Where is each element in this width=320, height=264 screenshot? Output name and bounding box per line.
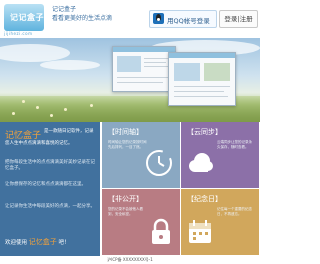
intro-paragraph-1: 把你每段生活中的点点滴滴美好美妙记录在记忆盒子。: [5, 160, 95, 171]
tile-description: 云端同步让您的记录永久保存，随时查看。: [217, 140, 252, 149]
header: 记记盒子 jijihezi.com 记记盒子 看看更美好的生活点滴 用QQ帐号登…: [0, 0, 260, 38]
intro-footer-name: 记忆盒子: [28, 238, 57, 246]
site-logo[interactable]: 记记盒子: [4, 4, 44, 31]
intro-panel: 记忆盒子 是一款随日记软件，记录 您人生中点点滴滴和喜悦的记忆。 把你每段生活中…: [0, 122, 100, 256]
tile-title: 【云同步】: [187, 128, 222, 136]
flower-shape: [12, 112, 15, 115]
logo-subtitle: jijihezi.com: [4, 31, 33, 36]
qq-icon: [153, 13, 164, 24]
intro-lead-continued: 您人生中点点滴滴和喜悦的记忆。: [5, 141, 73, 146]
lock-icon: [152, 218, 170, 244]
app-screenshot-left: [112, 46, 176, 92]
tile-title: 【非公开】: [108, 195, 143, 203]
feature-tile-cloud-sync[interactable]: 【云同步】 云端同步让您的记录永久保存，随时查看。: [181, 122, 259, 188]
tile-description: 记住每一个重要的纪念日，不再遗忘。: [217, 207, 252, 216]
tile-description: 时间轴让您的记录按时间先后排列，一目了然。: [108, 140, 147, 149]
app-screenshot-right: [168, 52, 236, 106]
intro-title: 记忆盒子: [5, 131, 42, 141]
feature-tile-anniversary[interactable]: 【纪念日】 记住每一个重要的纪念日，不再遗忘。: [181, 189, 259, 255]
flower-shape: [36, 106, 39, 109]
intro-footer-prefix: 欢迎使用: [5, 240, 28, 246]
footer: 沪ICP备 XXXXXXXX号-1: [0, 256, 260, 264]
intro-paragraph-3: 让记录你生活中每段美好的点滴，一起分享。: [5, 204, 95, 209]
feature-tile-private[interactable]: 【非公开】 您的记录不会被他人看到，安全私密。: [102, 189, 180, 255]
cloud-shape: [40, 60, 100, 70]
clock-icon: [146, 150, 172, 176]
slogan-line-2: 看看更美好的生活点滴: [52, 15, 113, 22]
qq-login-label: 用QQ帐号登录: [167, 17, 210, 25]
icp-record-link[interactable]: 沪ICP备 XXXXXXXX号-1: [0, 257, 260, 263]
tile-title: 【纪念日】: [187, 195, 222, 203]
flower-shape: [50, 114, 53, 117]
site-slogan: 记记盒子 看看更美好的生活点滴: [52, 5, 147, 23]
slogan-line-1: 记记盒子: [52, 6, 77, 13]
cloud-icon: [189, 153, 213, 172]
tile-title: 【时间轴】: [108, 128, 143, 136]
login-register-button[interactable]: 登录|注册: [219, 10, 258, 28]
flower-shape: [22, 100, 25, 103]
flower-shape: [90, 104, 93, 107]
feature-tile-timeline[interactable]: 【时间轴】 时间轴让您的记录按时间先后排列，一目了然。: [102, 122, 180, 188]
intro-lead: 是一款随日记软件，记录: [44, 129, 94, 134]
calendar-icon: [189, 220, 211, 243]
intro-paragraph-2: 让你想保存的记忆和点点滴滴都在这里。: [5, 182, 86, 187]
intro-footer: 欢迎使用 记忆盒子 吧！: [5, 237, 70, 247]
hero-banner: [0, 38, 260, 122]
qq-login-button[interactable]: 用QQ帐号登录: [149, 10, 217, 28]
logo-text: 记记盒子: [10, 13, 44, 22]
flower-shape: [64, 108, 67, 111]
intro-footer-suffix: 吧！: [58, 240, 70, 246]
tile-description: 您的记录不会被他人看到，安全私密。: [108, 207, 143, 216]
